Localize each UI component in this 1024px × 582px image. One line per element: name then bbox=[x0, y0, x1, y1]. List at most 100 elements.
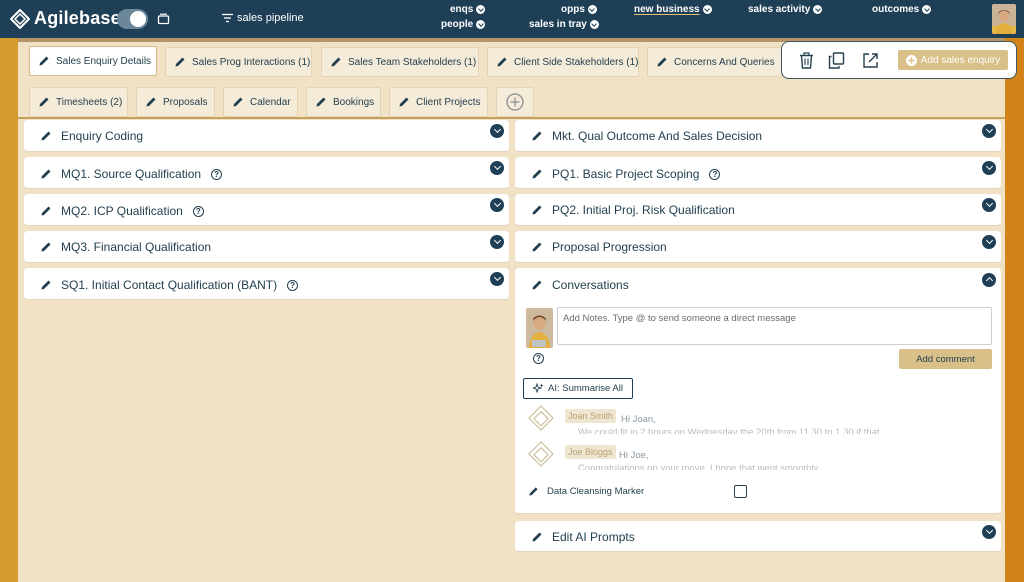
plus-circle-icon bbox=[905, 54, 917, 66]
section-enquiry-coding[interactable]: Enquiry Coding bbox=[24, 120, 509, 152]
help-icon[interactable]: ? bbox=[287, 279, 299, 291]
section-pq1-basic-project-scoping[interactable]: PQ1. Basic Project Scoping? bbox=[515, 157, 1001, 189]
pencil-icon bbox=[39, 97, 49, 107]
section-title-text: PQ1. Basic Project Scoping bbox=[552, 167, 700, 181]
tab-sales-prog-interactions[interactable]: Sales Prog Interactions (1) bbox=[165, 47, 312, 77]
ai-summarise-label: AI: Summarise All bbox=[548, 383, 623, 394]
open-external-icon[interactable] bbox=[862, 52, 879, 69]
section-mq3-financial-qualification[interactable]: MQ3. Financial Qualification bbox=[24, 231, 509, 263]
pencil-icon bbox=[532, 131, 542, 141]
left-edge-strip bbox=[0, 38, 18, 582]
nav-label: people bbox=[441, 19, 474, 30]
nav-enqs[interactable]: enqs bbox=[450, 4, 486, 15]
view-toggle[interactable] bbox=[117, 9, 148, 29]
pencil-icon bbox=[532, 242, 542, 252]
pencil-icon bbox=[41, 242, 51, 252]
add-sales-enquiry-button[interactable]: Add sales enquiry bbox=[898, 50, 1008, 70]
pencil-icon bbox=[532, 532, 542, 542]
pencil-icon bbox=[233, 97, 243, 107]
message-author[interactable]: Joan Smith bbox=[565, 409, 617, 423]
tab-label: Timesheets (2) bbox=[56, 96, 123, 108]
chevron-down-icon bbox=[702, 5, 712, 14]
section-title-text: Enquiry Coding bbox=[61, 129, 144, 143]
nav-new-business[interactable]: new business bbox=[634, 4, 712, 15]
section-title-text: MQ1. Source Qualification bbox=[61, 167, 202, 181]
add-comment-button[interactable]: Add comment bbox=[899, 349, 992, 369]
chevron-down-icon bbox=[922, 5, 932, 14]
tab-client-side-stakeholders[interactable]: Client Side Stakeholders (1) bbox=[487, 47, 639, 77]
chevron-up-icon[interactable] bbox=[982, 273, 996, 287]
section-title-text: Mkt. Qual Outcome And Sales Decision bbox=[552, 129, 763, 143]
filter-sales-pipeline[interactable]: sales pipeline bbox=[222, 12, 304, 24]
pencil-icon bbox=[146, 97, 156, 107]
chevron-down-icon[interactable] bbox=[982, 161, 996, 175]
tab-client-projects[interactable]: Client Projects bbox=[389, 87, 488, 117]
notes-input[interactable]: Add Notes. Type @ to send someone a dire… bbox=[557, 307, 992, 345]
chevron-down-icon bbox=[587, 5, 597, 14]
logo-icon bbox=[10, 8, 30, 29]
app-logo[interactable]: Agilebase bbox=[10, 8, 121, 29]
pencil-icon bbox=[532, 280, 542, 290]
help-icon[interactable]: ? bbox=[533, 353, 544, 364]
section-sq1-initial-contact-qualification[interactable]: SQ1. Initial Contact Qualification (BANT… bbox=[24, 268, 509, 300]
section-title-text: PQ2. Initial Proj. Risk Qualification bbox=[552, 203, 735, 217]
tab-bookings[interactable]: Bookings bbox=[306, 87, 381, 117]
tab-calendar[interactable]: Calendar bbox=[223, 87, 298, 117]
copy-icon[interactable] bbox=[828, 52, 845, 69]
pencil-icon bbox=[175, 57, 185, 67]
section-title: Enquiry Coding bbox=[61, 129, 143, 143]
comment-author-avatar bbox=[526, 308, 553, 348]
data-cleansing-field: Data Cleansing Marker bbox=[528, 486, 644, 497]
add-tab-button[interactable] bbox=[496, 87, 534, 117]
section-title: PQ2. Initial Proj. Risk Qualification bbox=[552, 203, 735, 217]
section-edit-ai-prompts[interactable]: Edit AI Prompts bbox=[515, 521, 1001, 552]
nav-sales-in-tray[interactable]: sales in tray bbox=[529, 19, 599, 30]
help-icon[interactable]: ? bbox=[709, 168, 721, 180]
trash-icon[interactable] bbox=[798, 52, 815, 69]
section-mq2-icp-qualification[interactable]: MQ2. ICP Qualification? bbox=[24, 194, 509, 226]
tab-proposals[interactable]: Proposals bbox=[136, 87, 215, 117]
section-mq1-source-qualification[interactable]: MQ1. Source Qualification? bbox=[24, 157, 509, 189]
nav-people[interactable]: people bbox=[441, 19, 486, 30]
help-icon[interactable]: ? bbox=[192, 205, 204, 217]
section-title: Edit AI Prompts bbox=[552, 530, 635, 544]
tab-sales-enquiry-details[interactable]: Sales Enquiry Details bbox=[29, 46, 157, 76]
tab-timesheets[interactable]: Timesheets (2) bbox=[29, 87, 128, 117]
tab-sales-team-stakeholders[interactable]: Sales Team Stakeholders (1) bbox=[321, 47, 479, 77]
filter-label: sales pipeline bbox=[237, 12, 304, 24]
message-preview: We could fit in 2 hours on Wednesday the… bbox=[578, 427, 880, 434]
section-title-text: Proposal Progression bbox=[552, 240, 667, 254]
stack-icon[interactable] bbox=[157, 12, 170, 25]
tab-label: Calendar bbox=[250, 96, 291, 108]
tab-label: Sales Team Stakeholders (1) bbox=[348, 56, 477, 68]
section-proposal-progression[interactable]: Proposal Progression bbox=[515, 231, 1001, 263]
chevron-down-icon[interactable] bbox=[490, 272, 504, 286]
pencil-icon bbox=[41, 280, 51, 290]
section-mkt-qual-outcome[interactable]: Mkt. Qual Outcome And Sales Decision bbox=[515, 120, 1001, 152]
pencil-icon bbox=[399, 97, 409, 107]
nav-label: new business bbox=[634, 4, 700, 15]
tab-label: Sales Enquiry Details bbox=[56, 55, 152, 67]
user-avatar[interactable] bbox=[992, 4, 1016, 34]
nav-sales-activity[interactable]: sales activity bbox=[748, 4, 823, 15]
chevron-down-icon[interactable] bbox=[490, 198, 504, 212]
tab-label: Bookings bbox=[333, 96, 375, 108]
chevron-down-icon[interactable] bbox=[982, 235, 996, 249]
help-icon[interactable]: ? bbox=[211, 168, 223, 180]
section-title-text: MQ2. ICP Qualification bbox=[61, 204, 183, 218]
chevron-down-icon[interactable] bbox=[490, 161, 504, 175]
chevron-down-icon[interactable] bbox=[982, 198, 996, 212]
chevron-down-icon[interactable] bbox=[982, 525, 996, 539]
chevron-down-icon[interactable] bbox=[490, 124, 504, 138]
chevron-down-icon[interactable] bbox=[490, 235, 504, 249]
data-cleansing-checkbox[interactable] bbox=[734, 485, 747, 498]
nav-opps[interactable]: opps bbox=[561, 4, 597, 15]
section-title-text: Edit AI Prompts bbox=[552, 530, 635, 544]
ai-summarise-button[interactable]: AI: Summarise All bbox=[523, 378, 633, 399]
tab-concerns-and-queries[interactable]: Concerns And Queries bbox=[647, 47, 782, 77]
nav-label: sales in tray bbox=[529, 19, 587, 30]
chevron-down-icon[interactable] bbox=[982, 124, 996, 138]
section-pq2-initial-proj-risk[interactable]: PQ2. Initial Proj. Risk Qualification bbox=[515, 194, 1001, 226]
nav-outcomes[interactable]: outcomes bbox=[872, 4, 932, 15]
message-author[interactable]: Joe Bloggs bbox=[565, 445, 616, 459]
